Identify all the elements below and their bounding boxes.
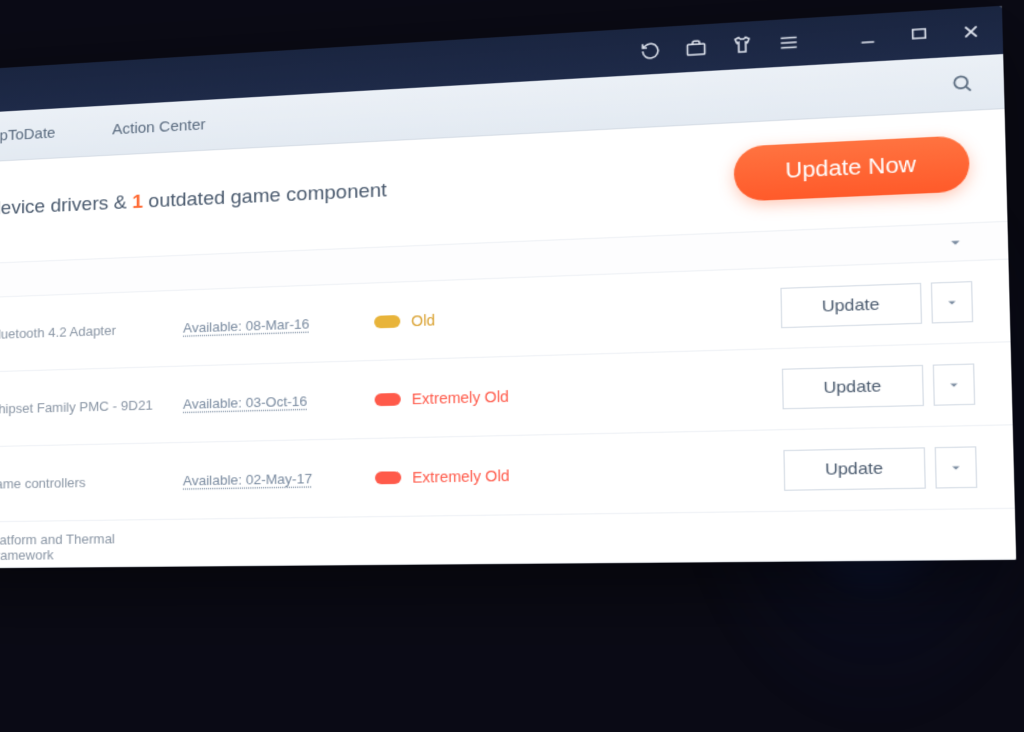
tshirt-icon[interactable] [732, 35, 753, 55]
refresh-icon[interactable] [640, 41, 661, 61]
update-button[interactable]: Update [783, 447, 926, 491]
tab-action-center[interactable]: Action Center [84, 114, 235, 139]
chevron-down-icon[interactable] [947, 234, 964, 250]
status-pill-icon [375, 471, 401, 484]
driver-status: Extremely Old [375, 465, 575, 486]
summary-text: device drivers & 1 outdated game compone… [0, 179, 387, 220]
update-button[interactable]: Update [781, 365, 924, 409]
driver-available-link[interactable]: Available: 03-Oct-16 [183, 392, 364, 412]
driver-name: Bluetooth 4.2 Adapter [0, 321, 173, 342]
briefcase-icon[interactable] [686, 38, 707, 58]
driver-name: game controllers [0, 473, 172, 492]
tab-uptodate[interactable]: UpToDate [0, 123, 84, 147]
search-icon[interactable] [950, 72, 975, 95]
update-dropdown-button[interactable] [935, 446, 978, 488]
driver-available-link[interactable]: Available: 02-May-17 [183, 470, 364, 489]
update-button[interactable]: Update [780, 283, 922, 328]
driver-available-link[interactable]: Available: 08-Mar-16 [183, 314, 363, 336]
menu-icon[interactable] [778, 32, 799, 53]
minimize-icon[interactable] [858, 29, 877, 47]
update-dropdown-button[interactable] [931, 281, 973, 323]
update-dropdown-button[interactable] [933, 363, 976, 405]
driver-status: Old [374, 306, 573, 330]
maximize-icon[interactable] [910, 26, 927, 44]
status-pill-icon [374, 314, 400, 327]
driver-name: Chipset Family PMC - 9D21 [0, 397, 173, 417]
driver-name: Platform and Thermal Framework [0, 530, 172, 563]
close-icon[interactable] [961, 22, 981, 41]
driver-status: Extremely Old [375, 386, 575, 408]
status-pill-icon [375, 392, 401, 405]
update-now-button[interactable]: Update Now [733, 135, 970, 202]
app-window: PRO [0, 6, 1016, 569]
